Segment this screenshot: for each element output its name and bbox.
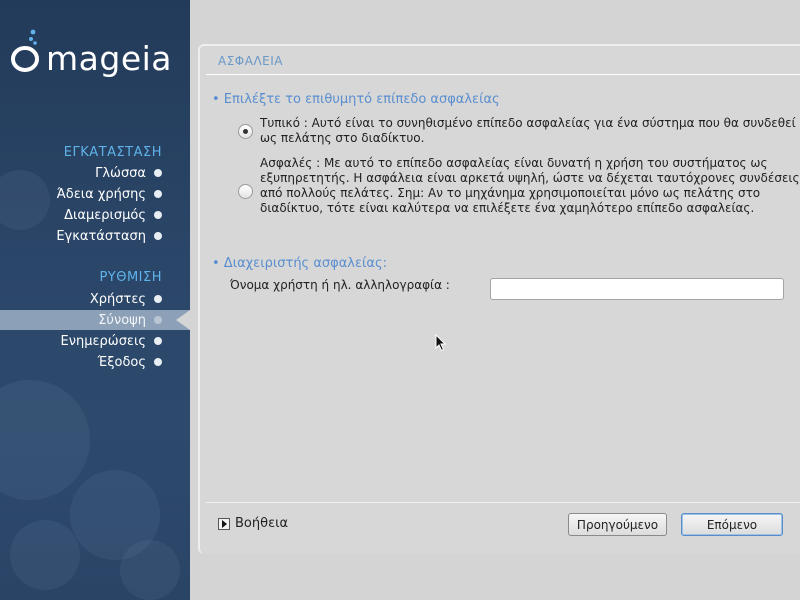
bullet-icon [154,295,162,303]
previous-button[interactable]: Προηγούμενο [568,513,667,536]
sidebar-item-partitioning[interactable]: Διαμερισμός [0,205,190,225]
bullet-icon [154,358,162,366]
sidebar-item-label: Γλώσσα [95,165,146,181]
bullet-icon [154,316,162,324]
bullet-icon [154,232,162,240]
email-field-label: Όνομα χρήστη ή ηλ. αλληλογραφία : [230,278,450,292]
expand-arrow-icon [218,517,230,530]
security-admin-input[interactable] [490,278,784,300]
next-button[interactable]: Επόμενο [681,513,783,536]
sidebar-item-exit[interactable]: Έξοδος [0,352,190,372]
sidebar-item-label: Άδεια χρήσης [56,186,146,202]
background-decoration [120,540,180,600]
section-title-configuration: ΡΥΘΜΙΣΗ [99,270,162,285]
sidebar-item-label: Εγκατάσταση [56,228,146,244]
mouse-cursor-icon [435,333,447,352]
background-decoration [10,520,80,590]
divider [206,74,800,75]
sidebar-item-label: Ενημερώσεις [60,333,146,349]
help-button[interactable]: Βοήθεια [218,516,288,531]
security-level-heading: • Επιλέξτε το επιθυμητό επίπεδο ασφαλεία… [212,92,500,107]
sidebar-item-license[interactable]: Άδεια χρήσης [0,184,190,204]
radio-secure-label[interactable]: Ασφαλές : Με αυτό το επίπεδο ασφαλείας ε… [260,156,800,216]
radio-standard[interactable] [238,124,253,139]
sidebar-item-users[interactable]: Χρήστες [0,289,190,309]
bullet-icon [154,211,162,219]
section-title-installation: ΕΓΚΑΤΑΣΤΑΣΗ [63,145,162,160]
sidebar-item-label: Έξοδος [97,354,146,370]
security-admin-heading: • Διαχειριστής ασφαλείας: [212,256,387,271]
logo-text: mageia [46,39,172,78]
sidebar-item-installation[interactable]: Εγκατάσταση [0,226,190,246]
sidebar-item-label: Χρήστες [89,291,146,307]
sidebar-item-language[interactable]: Γλώσσα [0,163,190,183]
sidebar: mageia ΕΓΚΑΤΑΣΤΑΣΗ Γλώσσα Άδεια χρήσης Δ… [0,0,190,600]
divider [206,502,800,503]
main-panel: ΑΣΦΑΛΕΙΑ • Επιλέξτε το επιθυμητό επίπεδο… [198,44,800,554]
help-label: Βοήθεια [235,516,289,531]
sidebar-item-summary[interactable]: Σύνοψη [0,310,190,330]
radio-standard-label[interactable]: Τυπικό : Αυτό είναι το συνηθισμένο επίπε… [260,116,800,146]
sidebar-item-label: Διαμερισμός [64,207,146,223]
sidebar-item-label: Σύνοψη [98,312,146,328]
bullet-icon [154,190,162,198]
radio-secure[interactable] [238,184,253,199]
sidebar-item-updates[interactable]: Ενημερώσεις [0,331,190,351]
page-title: ΑΣΦΑΛΕΙΑ [218,54,283,68]
mageia-logo: mageia [10,26,185,82]
bullet-icon [154,169,162,177]
background-decoration [0,380,90,500]
bullet-icon [154,337,162,345]
